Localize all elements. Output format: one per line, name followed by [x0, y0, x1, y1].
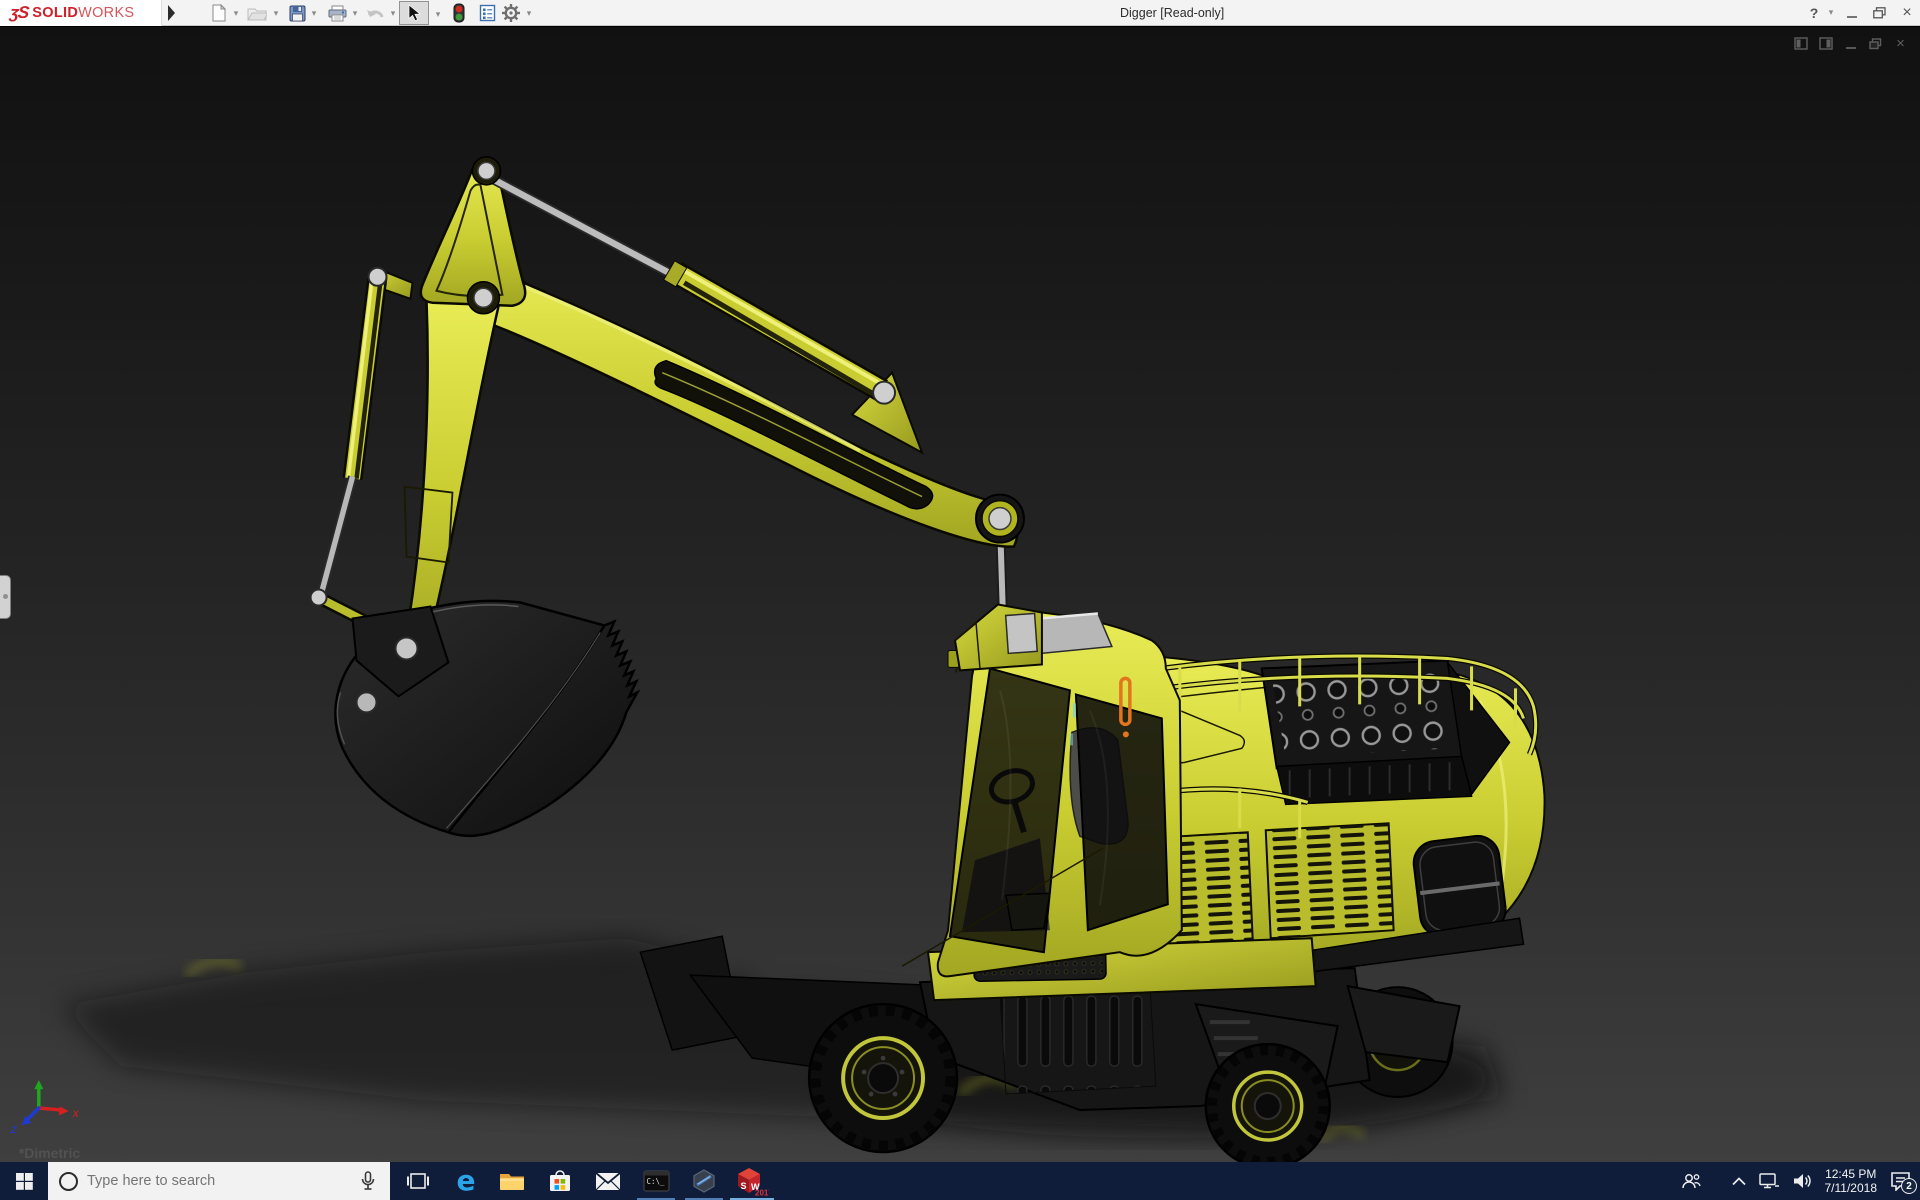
view-orientation-label: *Dimetric — [19, 1145, 81, 1161]
people-icon[interactable] — [1681, 1173, 1701, 1190]
save-dropdown-chevron[interactable]: ▾ — [309, 8, 319, 19]
tray-clock[interactable]: 12:45 PM 7/11/2018 — [1825, 1167, 1878, 1195]
network-icon[interactable] — [1759, 1173, 1780, 1189]
panel-expand-dot-icon — [3, 594, 8, 599]
triad-x-label: x — [72, 1106, 80, 1120]
start-button[interactable] — [0, 1162, 48, 1200]
excavator-stick — [371, 159, 526, 657]
solidworks-logo-icon: ʒS — [9, 3, 29, 23]
title-bar: ʒS SOLIDWORKS ▾ ▾ ▾ ▾ ▾ ▾ ▾ Digger [Read… — [0, 0, 1920, 26]
rebuild-button[interactable] — [448, 3, 470, 23]
panel-expand-tab[interactable] — [0, 575, 11, 619]
undo-button[interactable] — [364, 3, 386, 23]
volume-icon[interactable] — [1793, 1173, 1812, 1189]
sw-year-label: 2017 — [755, 1189, 769, 1197]
print-dropdown-chevron[interactable]: ▾ — [350, 8, 360, 19]
child-minimize-button[interactable] — [1843, 36, 1858, 51]
restore-button[interactable] — [1868, 0, 1890, 26]
new-dropdown-chevron[interactable]: ▾ — [231, 8, 241, 19]
save-button[interactable] — [286, 3, 308, 23]
store-icon[interactable] — [537, 1162, 583, 1200]
options-button[interactable] — [500, 3, 522, 23]
orientation-triad: x z — [10, 1080, 80, 1136]
command-prompt-icon[interactable]: C:\_ — [633, 1162, 679, 1200]
solidworks-app-icon[interactable]: SW2017 — [729, 1162, 775, 1200]
task-view-button[interactable] — [395, 1162, 441, 1200]
tray-chevron-up-icon[interactable] — [1732, 1177, 1746, 1186]
svg-text:S: S — [741, 1181, 747, 1191]
graphics-viewport[interactable]: x z *Dimetric × — [0, 27, 1920, 1162]
3d-model-digger[interactable]: x z *Dimetric — [0, 27, 1920, 1162]
brand-works: WORKS — [78, 5, 134, 21]
action-center-icon[interactable]: 2 — [1890, 1171, 1912, 1191]
microphone-icon[interactable] — [360, 1171, 376, 1191]
help-button[interactable]: ? — [1806, 0, 1822, 26]
child-restore-button[interactable] — [1868, 36, 1883, 51]
cortana-icon — [59, 1172, 78, 1191]
document-window-controls: × — [1793, 36, 1908, 51]
cmd-prompt-text: C:\_ — [646, 1177, 665, 1186]
notification-badge: 2 — [1901, 1178, 1917, 1194]
minimize-button[interactable] — [1842, 0, 1862, 26]
file-properties-button[interactable] — [476, 3, 498, 23]
brand-solid: SOLID — [32, 5, 78, 21]
feature-pane-icon[interactable] — [1818, 36, 1833, 51]
mail-icon[interactable] — [585, 1162, 631, 1200]
select-tool-button[interactable] — [399, 1, 429, 25]
select-dropdown-chevron[interactable]: ▾ — [433, 9, 443, 20]
taskbar-search[interactable] — [48, 1162, 390, 1200]
options-dropdown-chevron[interactable]: ▾ — [524, 8, 534, 19]
help-dropdown-chevron[interactable]: ▾ — [1826, 7, 1836, 18]
child-close-button[interactable]: × — [1893, 36, 1908, 51]
edrawings-icon[interactable] — [681, 1162, 727, 1200]
edge-icon[interactable]: e — [443, 1162, 489, 1200]
system-tray: 12:45 PM 7/11/2018 2 — [1681, 1162, 1920, 1200]
windows-taskbar: e C:\_ SW2017 12:45 PM 7/11/2 — [0, 1162, 1920, 1200]
excavator-cab — [902, 612, 1182, 976]
close-button[interactable]: × — [1896, 0, 1918, 26]
window-title: Digger [Read-only] — [1120, 6, 1224, 20]
excavator-bucket — [335, 601, 637, 836]
tray-time: 12:45 PM — [1825, 1167, 1878, 1181]
display-pane-icon[interactable] — [1793, 36, 1808, 51]
print-button[interactable] — [326, 3, 348, 23]
open-dropdown-chevron[interactable]: ▾ — [271, 8, 281, 19]
new-document-button[interactable] — [208, 3, 230, 23]
open-button[interactable] — [246, 3, 268, 23]
solidworks-logo: ʒS SOLIDWORKS — [0, 0, 162, 26]
undo-dropdown-chevron[interactable]: ▾ — [388, 8, 398, 19]
file-explorer-icon[interactable] — [489, 1162, 535, 1200]
triad-z-label: z — [10, 1122, 17, 1136]
search-input[interactable] — [87, 1173, 337, 1189]
excavator-hydraulic-cylinders — [311, 157, 895, 646]
menu-flyout-arrow-icon[interactable] — [168, 5, 175, 21]
tray-date: 7/11/2018 — [1825, 1181, 1878, 1195]
